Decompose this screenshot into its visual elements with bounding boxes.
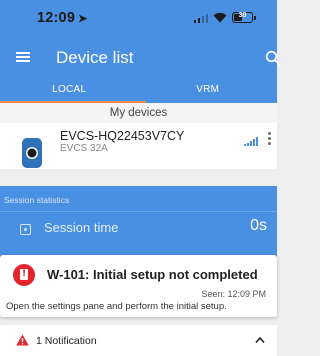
more-options-icon[interactable]	[268, 132, 272, 150]
status-icons: 30	[193, 12, 256, 23]
device-model: EVCS 32A	[60, 143, 108, 154]
status-bar: 12:09 ➤ 30	[0, 0, 277, 38]
notification-count: 1 Notification	[36, 335, 97, 347]
section-title-my-devices: My devices	[0, 103, 277, 123]
notification-seen-time: Seen: 12:09 PM	[201, 289, 266, 299]
session-time-label: Session time	[44, 220, 119, 235]
notification-footer[interactable]: 1 Notification	[0, 325, 277, 356]
tab-vrm[interactable]: VRM	[139, 78, 278, 103]
session-statistics-label: Session statistics	[4, 195, 70, 205]
cellular-signal-icon	[193, 13, 208, 23]
notification-card[interactable]: W-101: Initial setup not completed Seen:…	[0, 255, 277, 317]
device-list-item[interactable]: EVCS-HQ22453V7CY EVCS 32A	[0, 123, 277, 169]
tab-local[interactable]: LOCAL	[0, 78, 139, 103]
error-icon	[13, 264, 35, 286]
chevron-up-icon[interactable]	[255, 336, 265, 344]
divider	[0, 211, 277, 212]
notification-title: W-101: Initial setup not completed	[47, 267, 258, 282]
session-time-value: 0s	[250, 217, 267, 234]
hamburger-menu-icon[interactable]	[16, 52, 30, 62]
device-name: EVCS-HQ22453V7CY	[60, 129, 185, 143]
ev-charger-icon	[22, 138, 42, 168]
search-icon[interactable]	[265, 50, 281, 66]
status-time-text: 12:09	[37, 10, 76, 26]
signal-strength-icon	[244, 137, 258, 146]
status-time: 12:09 ➤	[37, 10, 88, 26]
page-title: Device list	[56, 48, 134, 67]
battery-level: 30	[238, 12, 247, 19]
battery-icon: 30	[232, 12, 256, 23]
app-header: 12:09 ➤ 30 Device list LOCAL VRM	[0, 0, 281, 103]
session-time-icon	[20, 224, 31, 235]
tab-bar: LOCAL VRM	[0, 78, 277, 103]
warning-icon	[16, 334, 29, 346]
wifi-icon	[213, 12, 227, 23]
location-arrow-icon: ➤	[78, 13, 88, 25]
notification-message: Open the settings pane and perform the i…	[6, 301, 227, 312]
